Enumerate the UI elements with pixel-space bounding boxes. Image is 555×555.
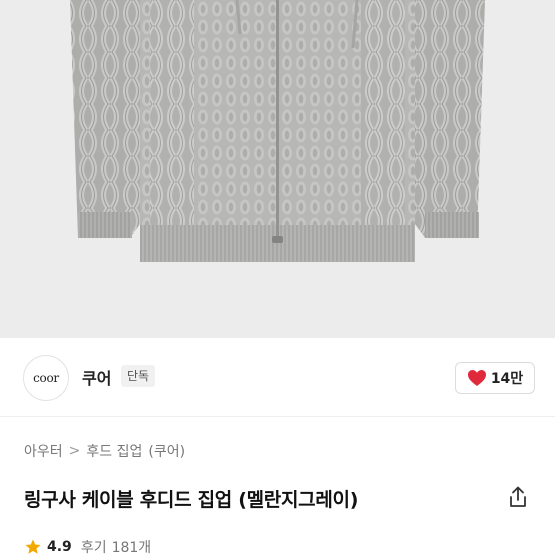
breadcrumb-separator: > [68,443,81,459]
breadcrumb-item-outer[interactable]: 아우터 [24,441,63,461]
sweater-image [0,0,555,338]
brand-row: coor 쿠어 단독 14만 [0,338,555,416]
brand-logo-text: coor [33,371,59,385]
rating-value: 4.9 [47,539,72,555]
like-button[interactable]: 14만 [455,362,535,394]
product-title: 링구사 케이블 후디드 집업 (멜란지그레이) [24,489,359,511]
brand-logo[interactable]: coor [23,355,69,401]
brand-name[interactable]: 쿠어 [82,365,111,389]
breadcrumb-item-brand[interactable]: (쿠어) [148,441,185,461]
star-icon [25,539,41,554]
review-count: 181개 [111,540,152,555]
share-button[interactable] [505,484,531,510]
breadcrumb: 아우터 > 후드 집업 (쿠어) [24,441,185,461]
exclusive-badge: 단독 [121,365,156,387]
divider [0,416,555,417]
product-image[interactable] [0,0,555,338]
share-icon [510,486,526,507]
review-label: 후기 [80,540,107,555]
rating-row[interactable]: 4.9 후기 181개 [24,537,151,555]
like-count: 14만 [490,371,524,387]
heart-icon [467,370,486,386]
breadcrumb-item-hood-zipup[interactable]: 후드 집업 [86,441,142,461]
